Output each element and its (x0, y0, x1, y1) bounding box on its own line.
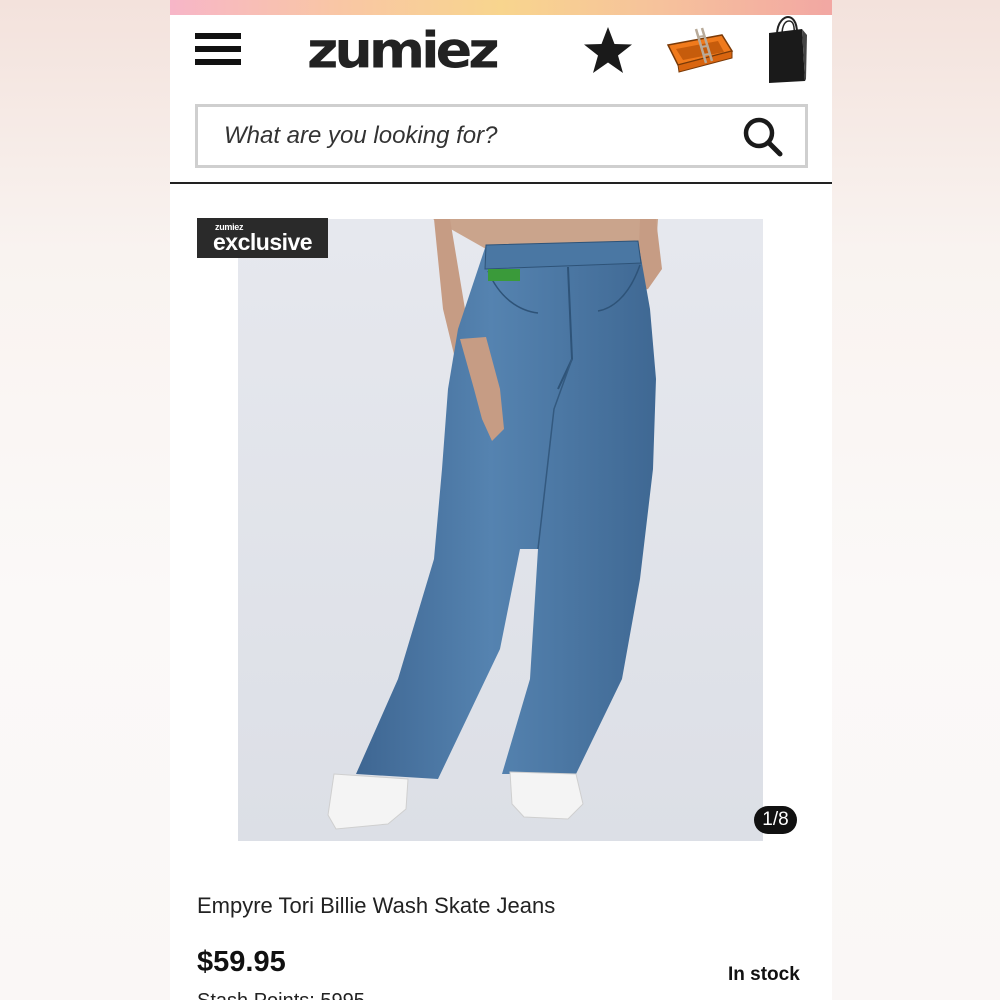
right-backdrop (830, 0, 1000, 1000)
product-image[interactable] (238, 219, 763, 841)
header-divider (170, 182, 832, 184)
site-header: zumiez (170, 15, 832, 183)
star-icon[interactable] (581, 25, 635, 77)
exclusive-badge: zumiez exclusive (197, 218, 328, 258)
shopping-bag-icon[interactable] (766, 15, 808, 85)
badge-label: exclusive (213, 229, 313, 255)
mobile-page: zumiez What are you looking for? zumiez … (170, 0, 832, 1000)
left-backdrop (0, 0, 170, 1000)
zumiez-logo[interactable]: zumiez (307, 23, 500, 78)
stock-status: In stock (728, 964, 800, 985)
image-counter: 1/8 (754, 806, 797, 834)
top-gradient-strip (170, 0, 832, 15)
product-price: $59.95 (197, 946, 286, 978)
stash-points: Stash Points: 5995 (197, 990, 365, 1000)
search-input[interactable] (198, 107, 718, 165)
couch-icon[interactable] (666, 25, 734, 75)
search-icon[interactable] (742, 116, 784, 158)
search-bar (195, 104, 808, 168)
hamburger-menu-icon[interactable] (195, 33, 243, 73)
product-title: Empyre Tori Billie Wash Skate Jeans (197, 893, 556, 918)
